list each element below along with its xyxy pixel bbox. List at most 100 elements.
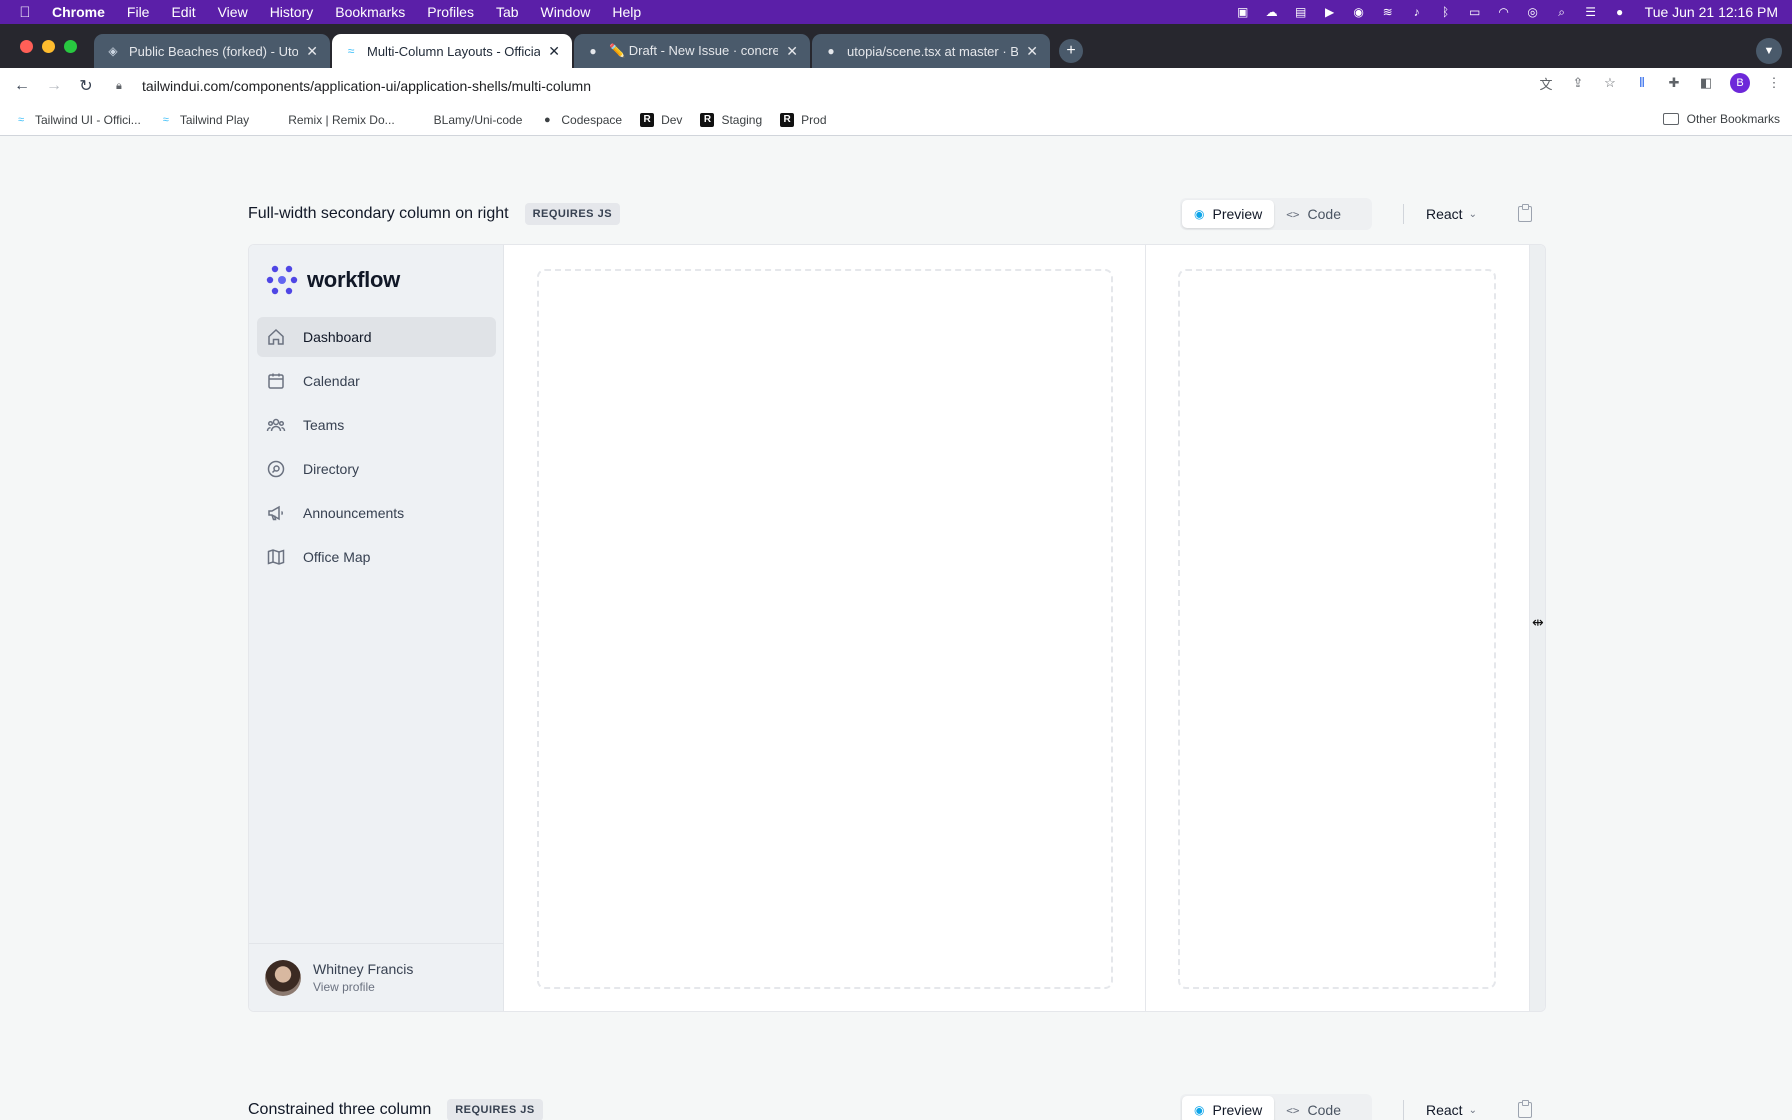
close-window-button[interactable] [20, 40, 33, 53]
reload-button[interactable]: ↻ [70, 76, 102, 96]
view-profile-link[interactable]: View profile [313, 980, 413, 994]
framework-label: React [1426, 206, 1463, 222]
menu-bookmarks[interactable]: Bookmarks [324, 4, 416, 20]
preview-tab[interactable]: ◉ Preview [1182, 200, 1275, 228]
close-tab-icon[interactable]: ✕ [1026, 43, 1038, 60]
extensions-puzzle-icon[interactable]: ✚ [1666, 75, 1682, 91]
tab-search-chevron-icon[interactable]: ▼ [1756, 38, 1782, 64]
translate-icon[interactable]: 文 [1538, 75, 1554, 92]
code-tab[interactable]: <> Code [1274, 200, 1353, 228]
menu-history[interactable]: History [259, 4, 325, 20]
status-area: ▣ ☁ ▤ ▶ ◉ ≋ ♪ ᛒ ▭ ◠ ◎ ⌕ ☰ ● Tue Jun 21 1… [1235, 0, 1778, 24]
framework-select[interactable]: React ⌄ [1426, 1094, 1477, 1120]
bookmark-tailwind-play[interactable]: ≈ Tailwind Play [159, 113, 249, 127]
menu-app-chrome[interactable]: Chrome [40, 4, 116, 20]
user-icon[interactable]: ◎ [1525, 5, 1541, 19]
volume-icon[interactable]: ♪ [1409, 5, 1425, 19]
tab-public-beaches[interactable]: ◈ Public Beaches (forked) - Utop ✕ [94, 34, 330, 68]
nav-label: Calendar [303, 373, 360, 389]
bookmark-dev[interactable]: R Dev [640, 112, 683, 127]
remix-icon: R [640, 112, 655, 127]
close-tab-icon[interactable]: ✕ [306, 43, 318, 60]
user-profile[interactable]: Whitney Francis View profile [249, 943, 504, 1011]
menu-tab[interactable]: Tab [485, 4, 530, 20]
extension-blue-icon[interactable]: ⫴ [1634, 75, 1650, 91]
other-bookmarks-label: Other Bookmarks [1686, 112, 1780, 126]
workflow-logo[interactable]: workflow [265, 263, 400, 297]
new-tab-button[interactable]: + [1059, 39, 1083, 63]
bookmark-codespace[interactable]: ● Codespace [540, 113, 622, 127]
framework-select[interactable]: React ⌄ [1426, 198, 1477, 230]
tab-strip: ◈ Public Beaches (forked) - Utop ✕ ≈ Mul… [0, 24, 1792, 68]
menu-view[interactable]: View [207, 4, 259, 20]
copy-clipboard-icon[interactable] [1518, 1100, 1532, 1118]
apple-menu-icon[interactable]:  [0, 4, 40, 21]
preview-tab[interactable]: ◉ Preview [1182, 1096, 1275, 1120]
window-controls [20, 40, 77, 53]
code-label: Code [1307, 206, 1341, 222]
menu-help[interactable]: Help [601, 4, 652, 20]
bookmark-prod[interactable]: R Prod [780, 112, 827, 127]
preview-label: Preview [1212, 1102, 1263, 1118]
bookmark-uni-code[interactable]: BLamy/Uni-code [413, 113, 523, 127]
close-tab-icon[interactable]: ✕ [548, 43, 560, 60]
bluetooth-icon[interactable]: ᛒ [1438, 5, 1454, 19]
spotlight-search-icon[interactable]: ⌕ [1554, 5, 1570, 19]
nav-item-calendar[interactable]: Calendar [257, 361, 496, 401]
nav-item-office-map[interactable]: Office Map [257, 537, 496, 577]
preview-sidebar: workflow Dashboard Calendar Teams Direct… [249, 245, 504, 1011]
back-button[interactable]: ← [6, 77, 38, 95]
bookmark-tailwind-ui[interactable]: ≈ Tailwind UI - Offici... [14, 113, 141, 127]
siri-icon[interactable]: ● [1612, 5, 1628, 19]
tab-title: Multi-Column Layouts - Officia [367, 43, 541, 59]
nav-item-teams[interactable]: Teams [257, 405, 496, 445]
tab-utopia-scene[interactable]: ● utopia/scene.tsx at master · BL ✕ [812, 34, 1050, 68]
battery-icon[interactable]: ▭ [1467, 5, 1483, 19]
other-bookmarks[interactable]: Other Bookmarks [1662, 112, 1780, 126]
clock[interactable]: Tue Jun 21 12:16 PM [1645, 4, 1778, 20]
menu-edit[interactable]: Edit [160, 4, 206, 20]
menu-window[interactable]: Window [530, 4, 602, 20]
bookmark-label: BLamy/Uni-code [433, 112, 523, 127]
nav-item-announcements[interactable]: Announcements [257, 493, 496, 533]
nav-item-directory[interactable]: Directory [257, 449, 496, 489]
copy-clipboard-icon[interactable] [1518, 204, 1532, 222]
app-status-icon[interactable]: ▤ [1293, 5, 1309, 19]
url-text[interactable]: tailwindui.com/components/application-ui… [142, 78, 591, 94]
main-column [505, 245, 1145, 1011]
code-icon: <> [1286, 207, 1300, 221]
control-center-icon[interactable]: ☰ [1583, 5, 1599, 19]
menu-profiles[interactable]: Profiles [416, 4, 485, 20]
lock-icon[interactable]: 🔒︎ [116, 80, 128, 92]
section-header-2: Constrained three column REQUIRES JS ◉ P… [248, 1094, 1546, 1120]
bookmark-star-icon[interactable]: ☆ [1602, 75, 1618, 91]
screen-record-icon[interactable]: ▣ [1235, 5, 1251, 19]
bookmark-label: Dev [661, 112, 683, 127]
vpn-icon[interactable]: ◉ [1351, 5, 1367, 19]
remix-icon: R [780, 112, 795, 127]
zoom-window-button[interactable] [64, 40, 77, 53]
code-label: Code [1307, 1102, 1341, 1118]
address-bar[interactable]: 🔒︎ tailwindui.com/components/application… [116, 74, 591, 98]
bookmark-staging[interactable]: R Staging [700, 112, 762, 127]
close-tab-icon[interactable]: ✕ [786, 43, 798, 60]
creative-cloud-icon[interactable]: ☁ [1264, 5, 1280, 19]
nav-item-dashboard[interactable]: Dashboard [257, 317, 496, 357]
side-panel-icon[interactable]: ◧ [1698, 75, 1714, 91]
code-tab[interactable]: <> Code [1274, 1096, 1353, 1120]
sync-icon[interactable]: ≋ [1380, 5, 1396, 19]
profile-avatar[interactable]: B [1730, 73, 1750, 93]
menu-file[interactable]: File [116, 4, 161, 20]
bookmark-label: Codespace [561, 112, 623, 127]
minimize-window-button[interactable] [42, 40, 55, 53]
tab-draft-new-issue[interactable]: ● ✏️ Draft - New Issue · concrete ✕ [574, 34, 810, 68]
more-menu-icon[interactable]: ⋮ [1766, 75, 1782, 91]
play-icon[interactable]: ▶ [1322, 5, 1338, 19]
bookmark-remix-docs[interactable]: Remix | Remix Do... [267, 113, 394, 127]
section-title: Constrained three column [248, 1101, 432, 1118]
remix-icon [267, 113, 281, 127]
share-icon[interactable]: ⇪ [1570, 75, 1586, 91]
tab-multi-column-layouts[interactable]: ≈ Multi-Column Layouts - Officia ✕ [332, 34, 572, 68]
forward-button[interactable]: → [38, 77, 70, 95]
wifi-icon[interactable]: ◠ [1496, 5, 1512, 19]
